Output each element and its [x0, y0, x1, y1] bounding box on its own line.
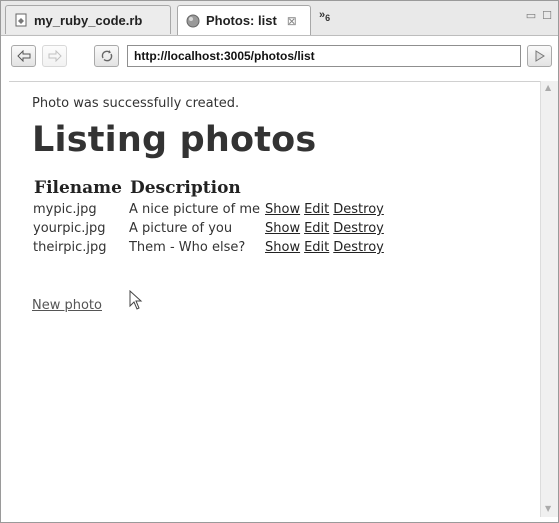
filename-cell: mypic.jpg [33, 202, 97, 217]
address-bar[interactable]: http://localhost:3005/photos/list [127, 45, 521, 67]
back-button[interactable] [11, 45, 36, 67]
window-controls: ▭ ☐ [520, 9, 552, 22]
forward-arrow-icon [48, 50, 62, 62]
new-photo-link[interactable]: New photo [32, 298, 102, 313]
browser-window: my_ruby_code.rb Photos: list ⊠ »6 ▭ ☐ htt… [0, 0, 559, 523]
page-title: Listing photos [32, 120, 317, 160]
description-cell: A picture of you [128, 221, 233, 236]
scroll-up-icon[interactable]: ▲ [545, 83, 551, 92]
back-arrow-icon [16, 50, 30, 62]
vertical-scrollbar[interactable]: ▲ ▼ [540, 81, 558, 517]
ruby-file-icon [14, 13, 28, 27]
scroll-down-icon[interactable]: ▼ [545, 504, 551, 513]
tab-strip: my_ruby_code.rb Photos: list ⊠ »6 ▭ ☐ [1, 1, 558, 36]
edit-link[interactable]: Edit [304, 221, 329, 236]
destroy-link[interactable]: Destroy [333, 221, 384, 236]
filename-cell: theirpic.jpg [33, 240, 107, 255]
tab-label: my_ruby_code.rb [34, 12, 143, 28]
edit-link[interactable]: Edit [304, 202, 329, 217]
show-link[interactable]: Show [265, 221, 300, 236]
table-row: yourpic.jpg A picture of you Show Edit D… [30, 219, 386, 238]
edit-link[interactable]: Edit [304, 240, 329, 255]
go-arrow-icon [535, 50, 545, 62]
refresh-button[interactable] [94, 45, 119, 67]
tab-photos-list[interactable]: Photos: list ⊠ [177, 5, 311, 35]
photos-table: Filename Description mypic.jpg A nice pi… [30, 178, 386, 257]
table-row: mypic.jpg A nice picture of me Show Edit… [30, 200, 386, 219]
maximize-icon[interactable]: ☐ [542, 9, 552, 22]
refresh-icon [101, 50, 112, 62]
browser-toolbar: http://localhost:3005/photos/list [1, 36, 558, 80]
tab-ruby-file[interactable]: my_ruby_code.rb [5, 5, 171, 34]
flash-notice: Photo was successfully created. [32, 96, 240, 111]
description-cell: Them - Who else? [128, 240, 246, 255]
table-header-row: Filename Description [30, 178, 386, 200]
tab-overflow-button[interactable]: »6 [319, 9, 330, 23]
minimize-icon[interactable]: ▭ [526, 9, 536, 22]
globe-icon [186, 14, 200, 28]
description-cell: A nice picture of me [128, 202, 260, 217]
go-button[interactable] [527, 45, 552, 67]
tab-label: Photos: list [206, 13, 277, 28]
overflow-count: 6 [325, 13, 331, 24]
page-content: Photo was successfully created. Listing … [9, 81, 541, 518]
table-row: theirpic.jpg Them - Who else? Show Edit … [30, 238, 386, 257]
close-tab-icon[interactable]: ⊠ [287, 14, 297, 28]
show-link[interactable]: Show [265, 240, 300, 255]
column-header-filename: Filename [34, 178, 122, 198]
destroy-link[interactable]: Destroy [333, 240, 384, 255]
destroy-link[interactable]: Destroy [333, 202, 384, 217]
column-header-description: Description [129, 178, 241, 198]
show-link[interactable]: Show [265, 202, 300, 217]
forward-button[interactable] [42, 45, 67, 67]
filename-cell: yourpic.jpg [33, 221, 106, 236]
mouse-pointer-icon [129, 290, 143, 310]
